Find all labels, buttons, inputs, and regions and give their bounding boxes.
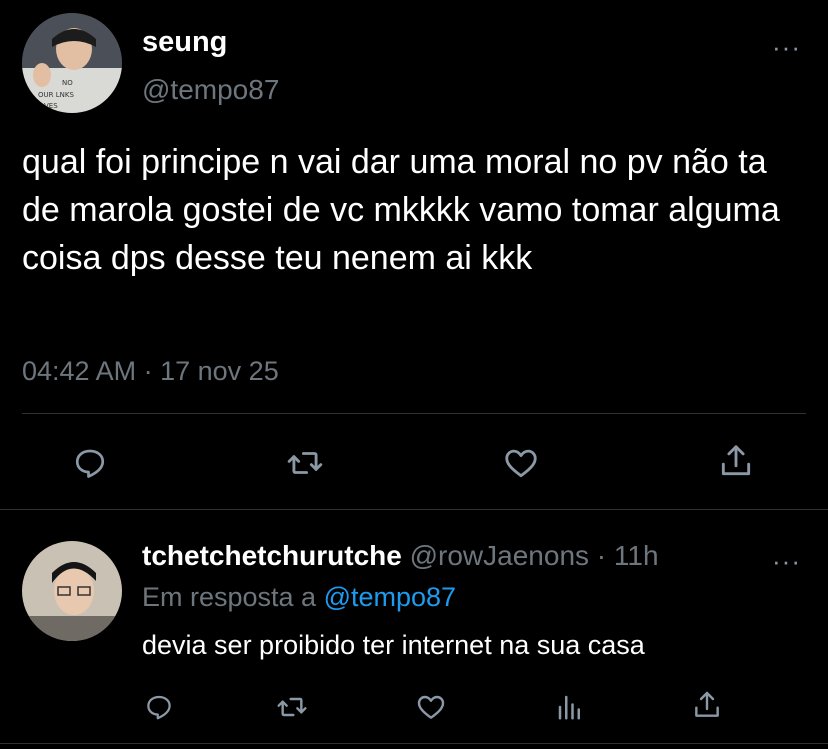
reply-icon[interactable]	[70, 443, 110, 483]
main-more-button[interactable]: ···	[772, 34, 801, 60]
main-tweet-text: qual foi principe n vai dar uma moral no…	[22, 143, 780, 277]
like-icon[interactable]	[501, 443, 541, 483]
meta-separator: ·	[143, 356, 153, 386]
reply-author-name[interactable]: tchetchetchurutche	[142, 540, 402, 571]
reply-time[interactable]: 11h	[614, 540, 659, 571]
reply-retweet-icon[interactable]	[275, 690, 309, 724]
avatar-photo: NO OUR LNKS SELVES	[22, 13, 122, 113]
reply-avatar-photo	[22, 541, 122, 641]
retweet-icon[interactable]	[285, 443, 325, 483]
svg-text:OUR LNKS: OUR LNKS	[38, 91, 74, 99]
reply-share-icon[interactable]	[690, 688, 724, 722]
main-divider-bottom	[0, 509, 828, 510]
reply-author-avatar[interactable]	[22, 541, 122, 641]
main-author-handle[interactable]: @tempo87	[142, 74, 279, 106]
svg-text:NO: NO	[62, 79, 73, 87]
main-tweet-time[interactable]: 04:42 AM	[22, 356, 136, 386]
main-tweet-meta: 04:42 AM · 17 nov 25	[22, 356, 279, 387]
reply-like-icon[interactable]	[414, 690, 448, 724]
reply-text: devia ser proibido ter internet na sua c…	[142, 630, 645, 660]
main-author-avatar[interactable]: NO OUR LNKS SELVES	[22, 13, 122, 113]
svg-text:SELVES: SELVES	[32, 102, 58, 110]
reply-reply-icon[interactable]	[142, 690, 176, 724]
replying-to-handle[interactable]: @tempo87	[324, 582, 456, 612]
main-tweet-date[interactable]: 17 nov 25	[160, 356, 279, 386]
reply-context: Em resposta a @tempo87	[142, 582, 456, 613]
main-divider-top	[22, 413, 806, 414]
reply-author-handle[interactable]: @rowJaenons	[410, 540, 589, 571]
reply-more-button[interactable]: ···	[772, 548, 801, 574]
reply-analytics-icon[interactable]	[553, 690, 587, 724]
share-icon[interactable]	[716, 441, 756, 481]
reply-separator: ·	[596, 540, 607, 571]
replying-to-label: Em resposta a	[142, 582, 317, 612]
reply-divider-bottom	[0, 743, 828, 744]
main-author-name[interactable]: seung	[142, 26, 227, 59]
reply-header: tchetchetchurutche @rowJaenons · 11h	[142, 540, 659, 572]
